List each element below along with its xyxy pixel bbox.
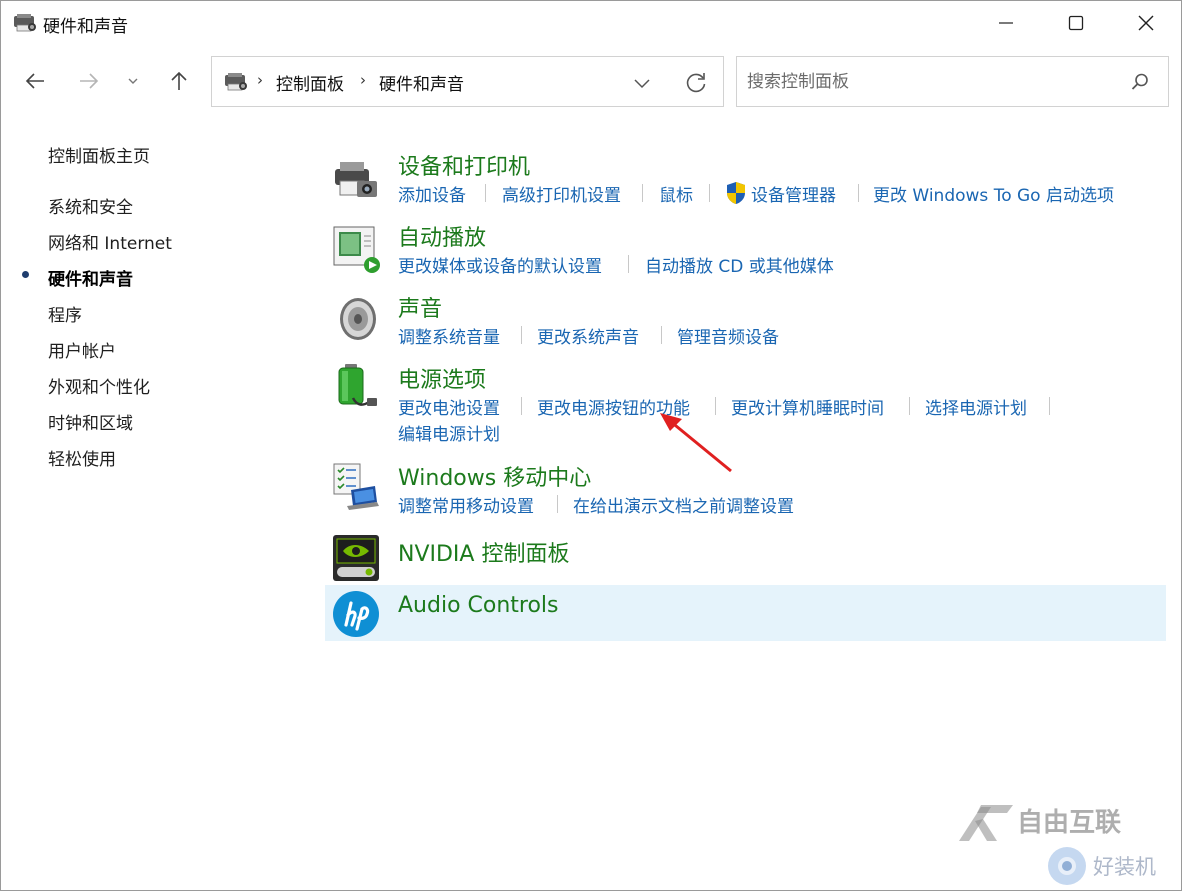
breadcrumb-chevron-icon: ›: [360, 71, 366, 89]
battery-icon: [338, 364, 377, 406]
link-choose-power-plan[interactable]: 选择电源计划: [925, 394, 1027, 419]
minimize-icon: [999, 22, 1013, 24]
category-title[interactable]: NVIDIA 控制面板: [398, 536, 569, 568]
close-button[interactable]: [1111, 1, 1181, 45]
hardware-sound-icon: [14, 14, 36, 32]
breadcrumb-chevron-icon: ›: [257, 71, 263, 89]
chevron-down-icon: [128, 78, 138, 84]
link-divider: [1049, 397, 1050, 415]
link-change-media-defaults[interactable]: 更改媒体或设备的默认设置: [398, 252, 602, 277]
autoplay-icon: [333, 226, 380, 273]
link-divider: [521, 326, 522, 344]
link-autoplay-cd[interactable]: 自动播放 CD 或其他媒体: [645, 252, 834, 277]
link-presentation-settings[interactable]: 在给出演示文档之前调整设置: [573, 492, 794, 517]
link-divider: [557, 495, 558, 513]
sidebar-item-user-accounts[interactable]: 用户帐户: [48, 337, 116, 362]
category-nvidia: NVIDIA 控制面板: [325, 531, 1166, 583]
nvidia-icon: [333, 535, 379, 581]
link-edit-power-plan[interactable]: 编辑电源计划: [398, 420, 500, 445]
up-button[interactable]: [161, 63, 197, 99]
link-divider: [661, 326, 662, 344]
link-change-system-sounds[interactable]: 更改系统声音: [537, 323, 639, 348]
category-devices-printers: 设备和打印机 添加设备 高级打印机设置 鼠标 设备管理器 更改 Windows …: [325, 149, 1166, 209]
address-bar[interactable]: › 控制面板 › 硬件和声音: [211, 56, 724, 107]
link-adjust-volume[interactable]: 调整系统音量: [398, 323, 500, 348]
sidebar-item-clock-region[interactable]: 时钟和区域: [48, 409, 133, 434]
link-change-battery-settings[interactable]: 更改电池设置: [398, 394, 500, 419]
category-title[interactable]: 电源选项: [398, 362, 486, 394]
window-title: 硬件和声音: [43, 17, 128, 37]
link-add-device[interactable]: 添加设备: [398, 181, 466, 206]
arrow-up-icon: [171, 71, 187, 90]
category-mobility-center: Windows 移动中心 调整常用移动设置 在给出演示文档之前调整设置: [325, 460, 1166, 518]
link-mouse[interactable]: 鼠标: [659, 181, 693, 206]
arrow-left-icon: [25, 73, 44, 89]
link-divider: [709, 184, 710, 202]
control-panel-window: 硬件和声音 › 控制面板 › 硬件和声音 搜索控制面板 控制面板主页 系统和安全…: [0, 0, 1182, 891]
link-device-manager[interactable]: 设备管理器: [751, 181, 836, 206]
category-title[interactable]: Windows 移动中心: [398, 460, 591, 492]
category-power-options: 电源选项 更改电池设置 更改电源按钮的功能 更改计算机睡眠时间 选择电源计划 编…: [325, 362, 1166, 446]
sidebar-item-hardware-sound[interactable]: 硬件和声音: [48, 265, 133, 290]
breadcrumb-control-panel[interactable]: 控制面板: [276, 70, 344, 95]
category-sound: 声音 调整系统音量 更改系统声音 管理音频设备: [325, 291, 1166, 351]
watermark-brand: 自由互联: [1017, 807, 1121, 838]
watermark-logo: 自由互联: [959, 805, 1121, 841]
close-icon: [1138, 15, 1154, 31]
link-divider: [858, 184, 859, 202]
sidebar-item-ease-of-access[interactable]: 轻松使用: [48, 445, 116, 470]
sidebar-item-system-security[interactable]: 系统和安全: [48, 193, 133, 218]
category-title[interactable]: 自动播放: [398, 220, 486, 252]
link-divider: [642, 184, 643, 202]
maximize-button[interactable]: [1041, 1, 1111, 45]
search-input[interactable]: [747, 69, 1107, 95]
link-windows-to-go[interactable]: 更改 Windows To Go 启动选项: [873, 181, 1114, 206]
active-indicator-icon: [22, 271, 29, 278]
back-button[interactable]: [17, 63, 53, 99]
link-divider: [909, 397, 910, 415]
search-icon[interactable]: [1130, 72, 1150, 92]
watermark-sub: 好装机: [1048, 847, 1156, 885]
link-divider: [628, 255, 629, 273]
category-title[interactable]: Audio Controls: [398, 593, 559, 618]
link-common-mobility-settings[interactable]: 调整常用移动设置: [398, 492, 534, 517]
refresh-icon[interactable]: [683, 70, 709, 96]
sidebar-item-home[interactable]: 控制面板主页: [48, 142, 150, 167]
address-dropdown-icon[interactable]: [630, 71, 654, 95]
search-box[interactable]: [736, 56, 1169, 107]
watermark-sub-text: 好装机: [1093, 855, 1156, 879]
link-sleep-time[interactable]: 更改计算机睡眠时间: [731, 394, 884, 419]
category-audio-controls[interactable]: Audio Controls: [325, 585, 1166, 641]
uac-shield-icon: [727, 182, 745, 204]
annotation-arrow-icon: [660, 413, 732, 473]
category-title[interactable]: 声音: [398, 291, 442, 323]
link-advanced-printer-setup[interactable]: 高级打印机设置: [502, 181, 621, 206]
sidebar-item-programs[interactable]: 程序: [48, 301, 82, 326]
maximize-icon: [1068, 15, 1084, 31]
sidebar-item-appearance[interactable]: 外观和个性化: [48, 373, 150, 398]
sidebar-item-network[interactable]: 网络和 Internet: [48, 229, 172, 254]
link-divider: [485, 184, 486, 202]
mobility-center-icon: [333, 463, 379, 510]
category-title[interactable]: 设备和打印机: [398, 149, 530, 181]
category-autoplay: 自动播放 更改媒体或设备的默认设置 自动播放 CD 或其他媒体: [325, 220, 1166, 280]
breadcrumb-hardware-sound[interactable]: 硬件和声音: [379, 70, 464, 95]
recent-locations-button[interactable]: [115, 63, 151, 99]
link-divider: [521, 397, 522, 415]
speaker-icon: [340, 298, 376, 340]
link-manage-audio-devices[interactable]: 管理音频设备: [677, 323, 779, 348]
minimize-button[interactable]: [971, 1, 1041, 45]
hardware-sound-icon: [225, 73, 247, 91]
printer-camera-icon: [335, 162, 377, 197]
arrow-right-icon: [80, 73, 99, 89]
title-bar: 硬件和声音: [1, 1, 1181, 45]
hp-icon: [333, 591, 379, 637]
forward-button[interactable]: [71, 63, 107, 99]
